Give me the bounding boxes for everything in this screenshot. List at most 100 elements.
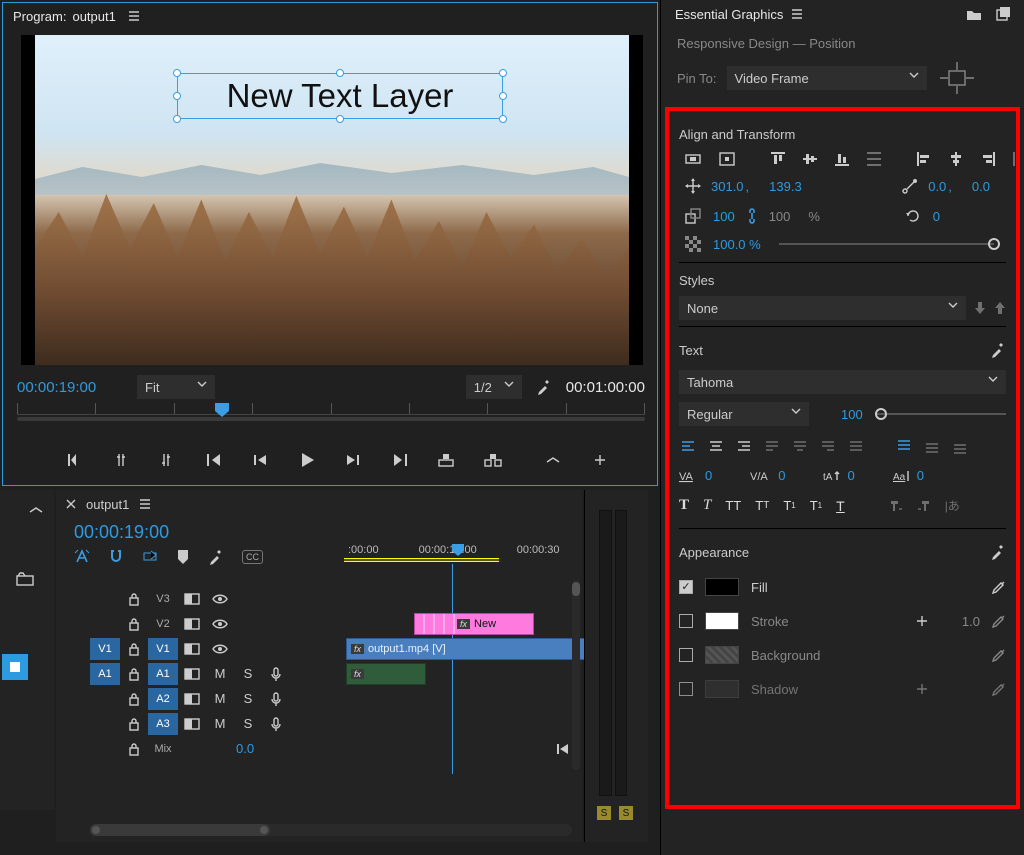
align-center-text-icon[interactable] (709, 441, 723, 453)
eg-folder-icon[interactable] (966, 8, 982, 21)
audio-solo-left[interactable]: S (597, 806, 611, 820)
track-solo-a2[interactable]: S (234, 686, 262, 711)
program-ruler[interactable] (17, 403, 645, 429)
step-forward-icon[interactable] (342, 450, 364, 470)
font-size-value[interactable]: 100 (841, 407, 863, 422)
timeline-tab-name[interactable]: output1 (86, 497, 129, 512)
stroke-add-icon[interactable] (916, 615, 928, 627)
track-lock-a3[interactable] (120, 711, 148, 736)
track-toggle-v1[interactable] (178, 636, 206, 661)
program-settings-icon[interactable] (536, 379, 552, 395)
timeline-playhead[interactable] (452, 544, 464, 556)
track-lock-v3[interactable] (120, 586, 148, 611)
program-scale-dropdown[interactable]: 1/2 (466, 375, 522, 399)
kerning-value[interactable]: 0 (705, 468, 712, 483)
eg-new-icon[interactable] (996, 7, 1010, 21)
track-patch-a1[interactable]: A1 (90, 663, 120, 685)
text-layer-bounding-box[interactable]: New Text Layer (177, 73, 503, 119)
pos-x[interactable]: 301.0 (711, 179, 744, 194)
fill-checkbox[interactable] (679, 580, 693, 594)
program-timecode-current[interactable]: 00:00:19:00 (17, 379, 127, 396)
align-hcenter-icon[interactable] (949, 152, 963, 166)
rtl-icon[interactable] (917, 499, 931, 513)
rotation-value[interactable]: 0 (933, 209, 940, 224)
track-eye-v2[interactable] (206, 611, 234, 636)
step-back-icon[interactable] (249, 450, 271, 470)
clip-video[interactable]: fx output1.mp4 [V] (346, 638, 586, 660)
justify-all-icon[interactable] (849, 441, 863, 453)
text-bottom-align-icon[interactable] (953, 440, 967, 454)
go-to-in-icon[interactable] (203, 450, 225, 470)
track-toggle-a3[interactable] (178, 711, 206, 736)
pin-diagram-icon[interactable] (937, 61, 977, 95)
align-right-text-icon[interactable] (737, 441, 751, 453)
align-center-item-icon[interactable] (719, 152, 735, 166)
audio-solo-right[interactable]: S (619, 806, 633, 820)
align-bottom-icon[interactable] (835, 152, 849, 166)
font-dropdown[interactable]: Tahoma (679, 370, 1006, 394)
timeline-tab-menu-icon[interactable] (139, 499, 151, 509)
playbar-more-icon[interactable] (542, 450, 564, 470)
clip-text-layer[interactable]: fx New (414, 613, 534, 635)
clip-audio[interactable]: fx (346, 663, 426, 685)
track-lock-a2[interactable] (120, 686, 148, 711)
align-left-text-icon[interactable] (681, 441, 695, 453)
timeline-hscroll[interactable] (90, 824, 572, 836)
track-label-mix[interactable]: Mix (148, 738, 178, 760)
styles-down-icon[interactable] (974, 301, 986, 315)
panel-menu-icon[interactable] (128, 11, 140, 21)
text-vcenter-align-icon[interactable] (925, 440, 939, 454)
track-lock-v1[interactable] (120, 636, 148, 661)
track-label-a3[interactable]: A3 (148, 713, 178, 735)
timeline-timecode[interactable]: 00:00:19:00 (56, 518, 582, 545)
mark-in-icon[interactable] (63, 450, 85, 470)
gutter-bin-icon[interactable] (16, 572, 34, 586)
pin-to-dropdown[interactable]: Video Frame (727, 66, 927, 90)
track-mute-a1[interactable]: M (206, 661, 234, 686)
track-label-a2[interactable]: A2 (148, 688, 178, 710)
fill-swatch[interactable] (705, 578, 739, 596)
timeline-settings-icon[interactable] (208, 549, 224, 565)
go-to-out-icon[interactable] (389, 450, 411, 470)
align-left-icon[interactable] (917, 152, 931, 166)
gutter-expand-icon[interactable] (28, 506, 44, 514)
shadow-checkbox[interactable] (679, 682, 693, 696)
background-eyedropper-icon[interactable] (992, 648, 1006, 662)
track-toggle-v2[interactable] (178, 611, 206, 636)
stroke-checkbox[interactable] (679, 614, 693, 628)
track-label-v1[interactable]: V1 (148, 638, 178, 660)
stroke-value[interactable]: 1.0 (940, 614, 980, 629)
eg-panel-menu-icon[interactable] (791, 9, 803, 19)
track-voice-a1[interactable] (262, 661, 290, 686)
track-toggle-v3[interactable] (178, 586, 206, 611)
timeline-tab-close-icon[interactable] (66, 499, 76, 509)
track-label-v3[interactable]: V3 (148, 588, 178, 610)
mix-go-in-icon[interactable] (556, 743, 570, 755)
linked-selection-icon[interactable] (142, 549, 158, 565)
track-lock-v2[interactable] (120, 611, 148, 636)
track-voice-a3[interactable] (262, 711, 290, 736)
pos-y[interactable]: 139.3 (769, 179, 802, 194)
shadow-add-icon[interactable] (916, 683, 928, 695)
appearance-settings-icon[interactable] (990, 544, 1006, 560)
align-top-icon[interactable] (771, 152, 785, 166)
snap-icon[interactable] (74, 549, 90, 565)
track-patch-v1[interactable]: V1 (90, 638, 120, 660)
track-solo-a3[interactable]: S (234, 711, 262, 736)
justify-last-left-icon[interactable] (765, 441, 779, 453)
underline-icon[interactable]: T (836, 498, 845, 514)
magnet-icon[interactable] (108, 549, 124, 565)
stroke-eyedropper-icon[interactable] (992, 614, 1006, 628)
tracking-value[interactable]: 0 (778, 468, 785, 483)
distribute-h-icon[interactable] (1013, 152, 1020, 166)
stroke-swatch[interactable] (705, 612, 739, 630)
mix-value[interactable]: 0.0 (236, 741, 254, 756)
track-lock-a1[interactable] (120, 661, 148, 686)
mark-out-icon[interactable] (156, 450, 178, 470)
anchor-x[interactable]: 0.0 (928, 179, 946, 194)
opacity-slider[interactable] (779, 243, 994, 245)
font-size-slider[interactable] (875, 413, 1006, 415)
fill-eyedropper-icon[interactable] (992, 580, 1006, 594)
background-swatch[interactable] (705, 646, 739, 664)
track-lock-mix[interactable] (120, 736, 148, 761)
